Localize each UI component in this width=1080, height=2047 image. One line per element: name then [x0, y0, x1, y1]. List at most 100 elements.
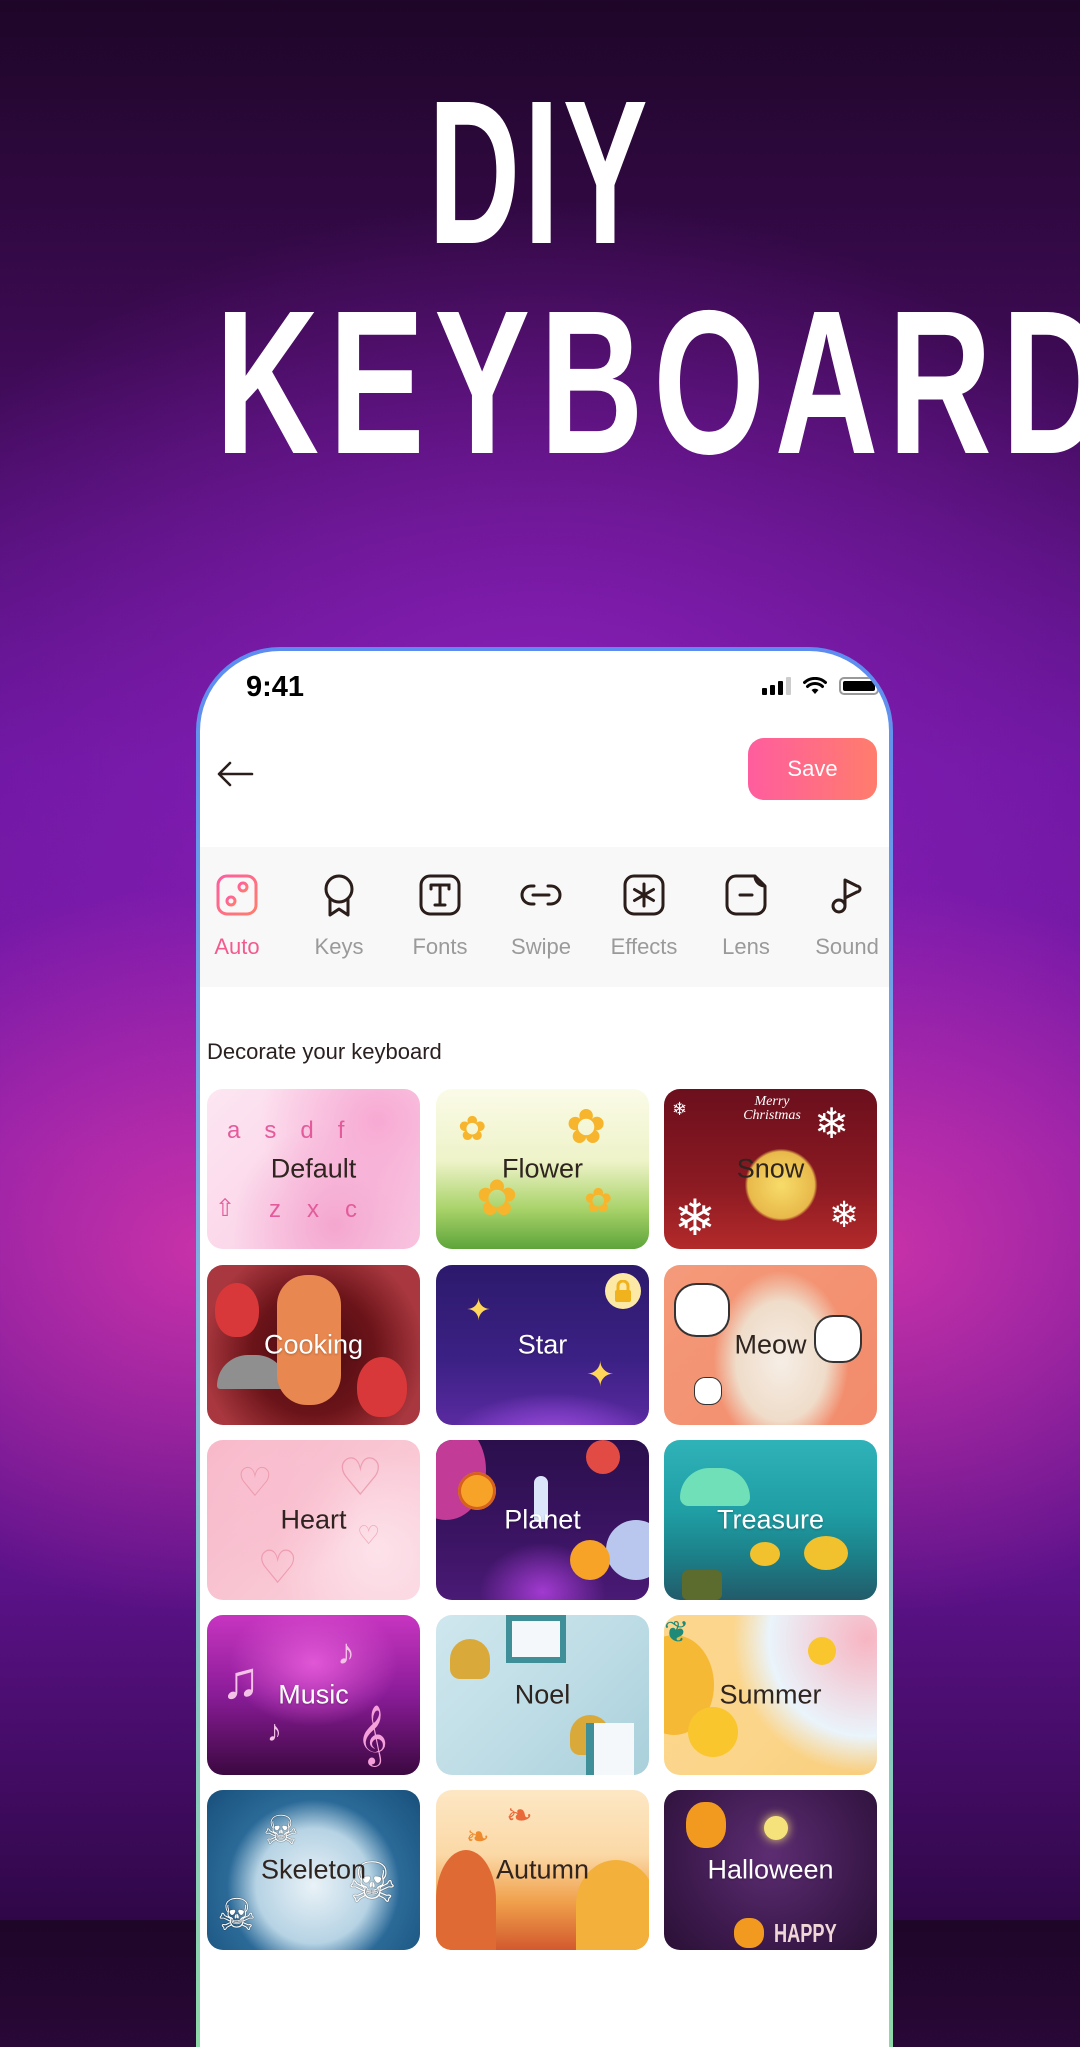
theme-tile-skeleton[interactable]: ☠ ☠ ☠ Skeleton	[207, 1790, 420, 1950]
palm-leaf-icon: ❦	[664, 1616, 690, 1649]
moon-icon	[764, 1816, 788, 1840]
planet-icon	[586, 1440, 620, 1474]
flower-icon: ✿	[566, 1101, 607, 1154]
theme-tile-snow[interactable]: Merry Christmas ❄ ❄ ❄ ❄ Snow	[664, 1089, 877, 1249]
status-time: 9:41	[246, 671, 305, 703]
phone-frame: 9:41 Save Auto Keys Fonts Swipe Effects …	[196, 647, 893, 2047]
snowflake-icon: ❄	[672, 1099, 688, 1119]
leaf-icon: ❧	[466, 1821, 490, 1852]
key-letters-row-2: zxc	[269, 1196, 383, 1223]
sparkle-icon: ✦	[466, 1294, 492, 1327]
lock-icon	[615, 1280, 631, 1302]
tab-auto[interactable]: Auto	[200, 847, 287, 987]
bell-icon	[450, 1639, 490, 1679]
jellyfish-icon	[680, 1468, 750, 1506]
snowflake-icon: ❄	[829, 1194, 860, 1235]
theme-tile-summer[interactable]: ❦ Summer	[664, 1615, 877, 1775]
headline-text-diy: DIY	[428, 58, 652, 287]
theme-tile-meow[interactable]: Meow	[664, 1265, 877, 1425]
tab-keys[interactable]: Keys	[289, 847, 389, 987]
locked-badge	[605, 1273, 641, 1309]
gift-box-icon	[506, 1615, 566, 1663]
theme-name: Cooking	[263, 1329, 364, 1360]
theme-tile-flower[interactable]: ✿ ✿ ✿ ✿ Flower	[436, 1089, 649, 1249]
tab-sound[interactable]: Sound	[797, 847, 889, 987]
text-box-icon	[419, 874, 461, 916]
sun-emoji-icon	[688, 1707, 738, 1757]
tab-fonts[interactable]: Fonts	[390, 847, 490, 987]
theme-tile-planet[interactable]: Planet	[436, 1440, 649, 1600]
theme-tile-noel[interactable]: Noel	[436, 1615, 649, 1775]
treasure-chest-icon	[682, 1570, 722, 1600]
skull-icon: ☠	[263, 1809, 299, 1853]
theme-name: Halloween	[707, 1854, 834, 1885]
theme-tile-default[interactable]: asdf zxc ⇧ Default	[207, 1089, 420, 1249]
flower-icon: ✿	[458, 1110, 487, 1148]
theme-name: Skeleton	[260, 1854, 367, 1885]
save-button[interactable]: Save	[748, 738, 877, 800]
theme-tile-halloween[interactable]: HAPPY Halloween	[664, 1790, 877, 1950]
theme-name: Snow	[736, 1153, 805, 1184]
happy-text: HAPPY	[774, 1918, 837, 1948]
cellular-signal-icon	[762, 677, 791, 695]
customization-toolbar: Auto Keys Fonts Swipe Effects Lens Sound	[200, 847, 889, 987]
strawberry-icon	[357, 1357, 407, 1417]
pumpkin-icon	[686, 1802, 726, 1848]
music-note-icon: ♪	[337, 1631, 355, 1672]
theme-tile-star[interactable]: ✦ ✦ Star	[436, 1265, 649, 1425]
asterisk-box-icon	[623, 874, 665, 916]
back-button[interactable]	[214, 757, 258, 791]
treble-clef-icon: 𝄞	[357, 1706, 388, 1764]
headline-line-2: KEYBOARDS	[0, 268, 1080, 497]
section-title: Decorate your keyboard	[207, 1039, 442, 1064]
theme-tile-heart[interactable]: ♡ ♡ ♡ ♡ Heart	[207, 1440, 420, 1600]
leaf-icon: ❧	[506, 1797, 533, 1833]
theme-name: Music	[278, 1679, 349, 1710]
badge-icon	[324, 874, 354, 917]
tab-label: Sound	[815, 934, 879, 959]
battery-icon	[839, 677, 879, 695]
skull-icon: ☠	[217, 1891, 257, 1940]
cat-sticker-icon	[694, 1377, 722, 1405]
theme-name: Star	[517, 1329, 568, 1360]
tab-lens[interactable]: Lens	[696, 847, 796, 987]
heart-icon: ♡	[257, 1541, 299, 1593]
theme-name: Flower	[501, 1153, 583, 1184]
tab-effects[interactable]: Effects	[594, 847, 694, 987]
theme-name: Planet	[504, 1504, 581, 1535]
tab-label: Fonts	[412, 934, 468, 959]
theme-tile-cooking[interactable]: Cooking	[207, 1265, 420, 1425]
arrow-left-icon	[217, 761, 254, 787]
snowflake-icon: ❄	[674, 1190, 716, 1246]
gift-box-icon	[586, 1723, 634, 1775]
tab-label: Effects	[610, 934, 678, 959]
music-note-icon	[831, 878, 862, 914]
sliders-icon	[216, 874, 258, 916]
note-minus-icon	[725, 874, 767, 916]
theme-name: Heart	[280, 1504, 347, 1535]
link-icon	[520, 884, 562, 906]
headline-line-1: DIY	[0, 58, 1080, 287]
tab-label: Auto	[214, 934, 260, 959]
theme-name: Autumn	[495, 1854, 590, 1885]
heart-icon: ♡	[337, 1449, 384, 1507]
shift-key-icon: ⇧	[215, 1195, 236, 1222]
wifi-icon	[803, 677, 827, 694]
theme-tile-music[interactable]: ♫ ♪ ♪ 𝄞 Music	[207, 1615, 420, 1775]
merry-christmas-text: Merry Christmas	[743, 1094, 801, 1123]
snowflake-icon: ❄	[814, 1100, 850, 1147]
theme-tile-autumn[interactable]: ❧ ❧ Autumn	[436, 1790, 649, 1950]
status-icons	[762, 677, 879, 695]
theme-name: Summer	[719, 1679, 822, 1710]
theme-name: Meow	[734, 1329, 807, 1360]
theme-tile-treasure[interactable]: Treasure	[664, 1440, 877, 1600]
tab-label: Lens	[722, 934, 770, 959]
tab-label: Swipe	[511, 934, 571, 959]
tab-swipe[interactable]: Swipe	[491, 847, 591, 987]
theme-name: Default	[270, 1153, 357, 1184]
heart-icon: ♡	[237, 1461, 273, 1505]
headline-text-keyboards: KEYBOARDS	[215, 268, 1080, 497]
planet-icon	[570, 1540, 610, 1580]
coin-icon	[804, 1536, 848, 1570]
flower-icon: ✿	[584, 1182, 613, 1220]
